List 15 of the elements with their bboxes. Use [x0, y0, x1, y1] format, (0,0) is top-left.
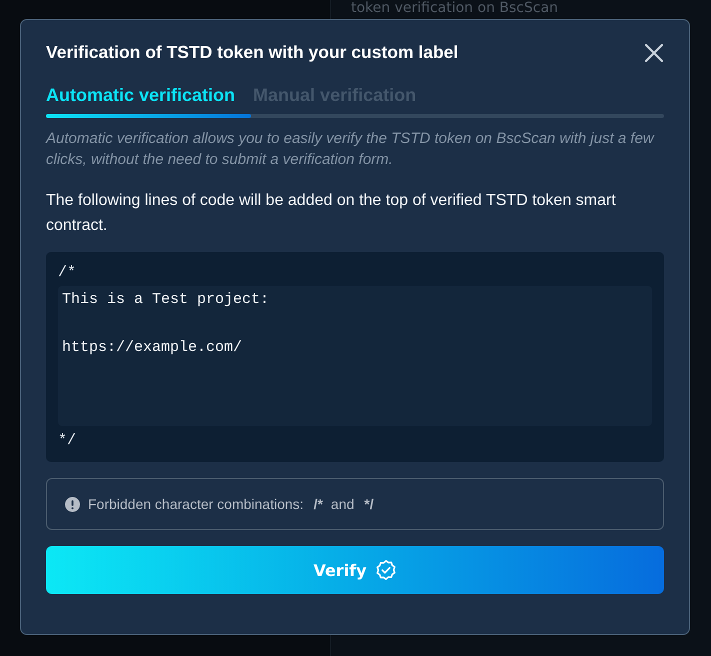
description: Automatic verification allows you to easily verify the TSTD token on BscScan with just a few clicks, without the need to submit a verification form. [46, 129, 656, 170]
notice-code: */ [364, 496, 374, 512]
comment-close: */ [58, 431, 78, 451]
notice-text: and [330, 496, 354, 512]
comment-open: /* [58, 263, 78, 283]
intro-text: The following lines of code will be added on the top of verified TSTD token smart contract. [46, 191, 617, 236]
label-input-field[interactable]: This is a Test project: https://example.com/ [58, 286, 652, 426]
close-icon[interactable] [644, 42, 664, 62]
notice-label: Forbidden character combinations: [88, 496, 304, 512]
notice-code: /* [314, 496, 323, 512]
warning-icon [65, 496, 80, 512]
tab[interactable]: Automatic verification [46, 85, 236, 106]
badge-check-icon [374, 559, 397, 581]
page-heading: token verification on BscScan [351, 0, 560, 17]
dialog-title: Verification of TSTD token with your custom label [46, 42, 458, 63]
